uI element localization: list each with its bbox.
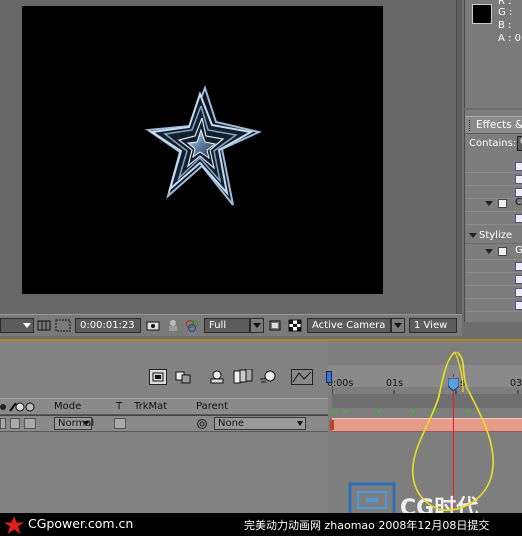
category-stylize-label: Stylize bbox=[479, 230, 513, 241]
color-swatch bbox=[472, 4, 492, 24]
list-item[interactable] bbox=[465, 160, 522, 173]
motion-blur-icon[interactable] bbox=[259, 369, 277, 385]
pick-whip-icon[interactable] bbox=[196, 418, 208, 430]
folder-icon bbox=[498, 199, 507, 208]
folder-icon bbox=[498, 247, 507, 256]
parent-select[interactable]: None bbox=[214, 417, 306, 430]
cgpower-star-logo-icon bbox=[4, 516, 24, 534]
resolution-dropdown[interactable]: Full bbox=[204, 318, 250, 333]
resolution-dropdown-arrow[interactable] bbox=[250, 318, 264, 333]
preserve-transparency-checkbox[interactable] bbox=[114, 418, 126, 429]
work-area-start-handle[interactable] bbox=[326, 371, 332, 383]
category-stylize[interactable]: Stylize bbox=[465, 228, 522, 244]
column-mode[interactable]: Mode bbox=[54, 401, 81, 412]
list-item[interactable] bbox=[465, 286, 522, 299]
chevron-down-icon bbox=[23, 323, 31, 328]
list-item[interactable] bbox=[465, 299, 522, 312]
effect-icon bbox=[515, 262, 522, 271]
layer-switch-box[interactable] bbox=[0, 418, 6, 429]
layer-in-point-handle[interactable] bbox=[330, 420, 334, 430]
hide-shy-layers-icon[interactable] bbox=[208, 370, 226, 384]
viewer-scrollbar[interactable] bbox=[456, 0, 462, 314]
expand-triangle-icon[interactable] bbox=[485, 249, 493, 254]
show-snapshot-icon[interactable] bbox=[166, 319, 180, 332]
transparency-grid-icon[interactable] bbox=[288, 319, 302, 332]
cgpower-site-text: CGpower.com.cn bbox=[28, 516, 134, 531]
tab-effects-presets[interactable]: Effects & bbox=[465, 116, 522, 134]
panel-grip-icon[interactable] bbox=[469, 120, 472, 131]
list-item[interactable] bbox=[465, 212, 522, 225]
live-update-icon[interactable] bbox=[149, 369, 167, 385]
magnification-dropdown[interactable] bbox=[0, 318, 34, 333]
effect-icon bbox=[515, 288, 522, 297]
chevron-down-icon bbox=[297, 421, 303, 426]
effect-icon bbox=[515, 214, 522, 223]
camera-view-dropdown[interactable]: Active Camera bbox=[307, 318, 391, 333]
list-item[interactable] bbox=[465, 273, 522, 286]
table-row[interactable]: Normal None bbox=[0, 416, 328, 432]
composition-canvas[interactable] bbox=[22, 6, 383, 294]
switches-icon[interactable] bbox=[0, 401, 36, 413]
contains-label: Contains: bbox=[469, 138, 517, 149]
layer-switch-box[interactable] bbox=[24, 418, 36, 429]
contains-search-input[interactable]: G bbox=[517, 136, 522, 151]
effect-group-label: G bbox=[515, 245, 522, 256]
column-trkmat[interactable]: TrkMat bbox=[134, 401, 167, 412]
effect-icon bbox=[515, 301, 522, 310]
chevron-down-icon bbox=[83, 421, 89, 426]
footer-credit-text: 完美动力动画网 zhaomao 2008年12月08日提交 bbox=[244, 519, 490, 532]
current-time-display[interactable]: 0:00:01:23 bbox=[75, 318, 141, 333]
column-t[interactable]: T bbox=[116, 401, 122, 412]
list-item[interactable] bbox=[465, 260, 522, 273]
effects-panel-title: Effects & bbox=[476, 119, 522, 131]
yellow-annotation-scribble bbox=[412, 351, 494, 511]
column-parent[interactable]: Parent bbox=[196, 401, 228, 412]
effect-group-c[interactable]: C bbox=[465, 196, 522, 212]
frame-blending-icon[interactable] bbox=[233, 369, 253, 385]
viewer-toolbar: 0:00:01:23 Full Active Camera 1 View bbox=[0, 314, 462, 336]
info-b: B : bbox=[498, 20, 512, 31]
effect-group-label: C bbox=[515, 197, 522, 208]
effect-icon bbox=[515, 275, 522, 284]
star-shape-layer bbox=[145, 85, 263, 206]
info-panel: R : G : B : A : 0 bbox=[464, 0, 522, 108]
snapshot-camera-icon[interactable] bbox=[146, 319, 160, 332]
effect-icon bbox=[515, 162, 522, 171]
effects-presets-panel: Effects & Contains: G C Stylize G bbox=[464, 110, 522, 322]
watermark-bar: CGpower.com.cn 完美动力动画网 zhaomao 2008年12月0… bbox=[0, 513, 522, 536]
effect-icon bbox=[515, 175, 522, 184]
effect-group-g[interactable]: G bbox=[465, 244, 522, 260]
channel-rgb-icon[interactable] bbox=[185, 319, 199, 332]
composition-viewer[interactable] bbox=[0, 0, 462, 314]
info-a: A : 0 bbox=[498, 33, 521, 44]
list-item[interactable] bbox=[465, 173, 522, 186]
layer-switch-box[interactable] bbox=[10, 418, 20, 429]
graph-editor-icon[interactable] bbox=[291, 369, 313, 385]
blend-mode-select[interactable]: Normal bbox=[54, 417, 94, 430]
expand-triangle-icon[interactable] bbox=[469, 233, 477, 238]
camera-view-dropdown-arrow[interactable] bbox=[391, 318, 405, 333]
view-layout-dropdown[interactable]: 1 View bbox=[409, 318, 457, 333]
grid-guides-icon[interactable] bbox=[37, 319, 51, 332]
info-r: R : bbox=[498, 0, 512, 7]
mask-visibility-icon[interactable] bbox=[55, 319, 71, 332]
parent-value: None bbox=[218, 418, 245, 429]
region-of-interest-icon[interactable] bbox=[268, 319, 282, 332]
layer-column-headers: Mode T TrkMat Parent bbox=[0, 398, 328, 415]
draft-3d-icon[interactable] bbox=[174, 370, 192, 384]
info-g: G : bbox=[498, 7, 513, 18]
expand-triangle-icon[interactable] bbox=[485, 201, 493, 206]
